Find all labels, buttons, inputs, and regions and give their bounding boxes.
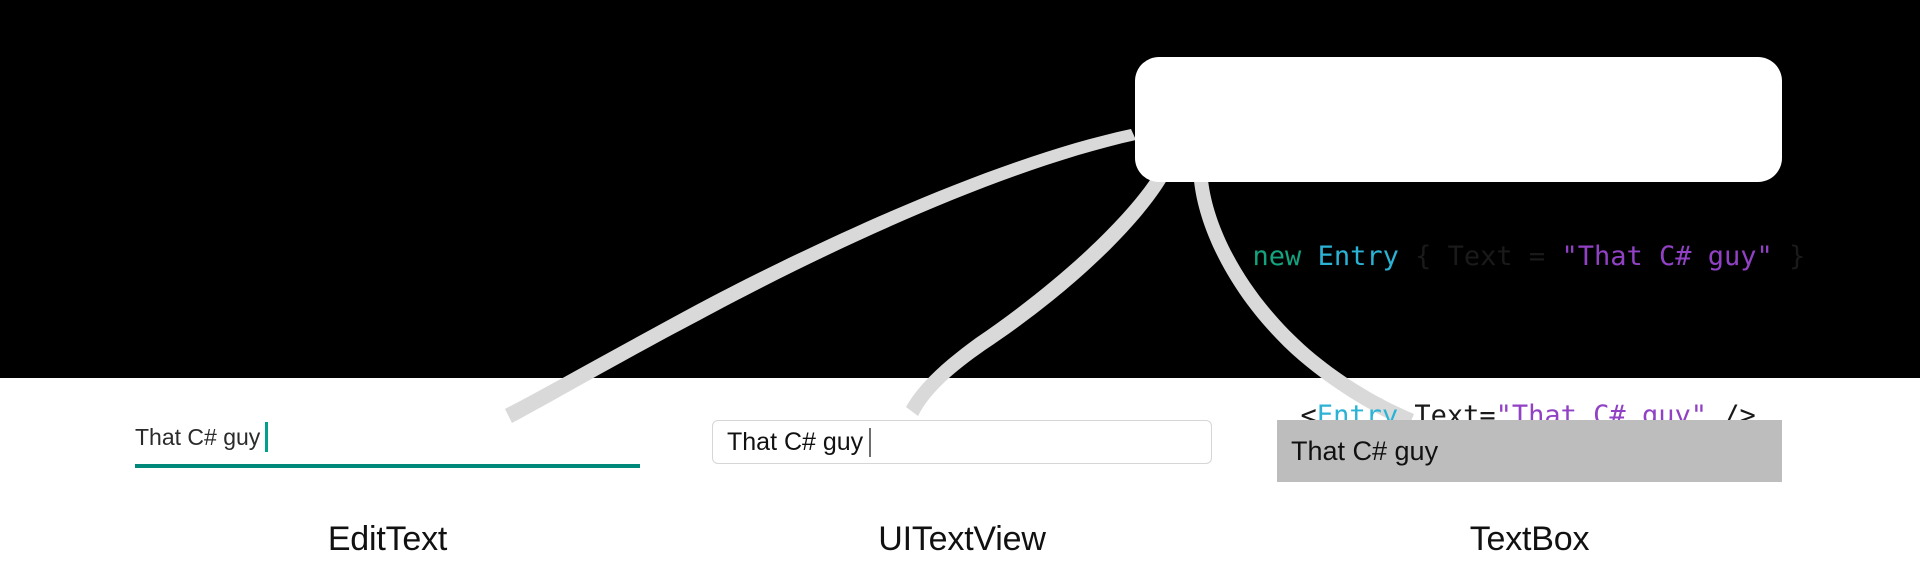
text-caret-icon	[265, 422, 269, 452]
text-caret-icon	[869, 427, 872, 457]
textbox-input[interactable]: That C# guy	[1277, 420, 1782, 482]
widget-column-textbox: That C# guy TextBox	[1277, 420, 1782, 558]
textbox-value: That C# guy	[1291, 436, 1439, 466]
slide-canvas: new Entry { Text = "That C# guy" } <Entr…	[0, 0, 1920, 575]
code-token-brace-close: }	[1772, 241, 1806, 272]
code-line-csharp: new Entry { Text = "That C# guy" }	[1155, 177, 1806, 272]
uitextview-input[interactable]: That C# guy	[712, 420, 1212, 464]
widget-column-edittext: That C# guy EditText	[135, 420, 640, 558]
widget-label-uitextview: UITextView	[878, 520, 1046, 558]
widget-column-uitextview: That C# guy UITextView	[712, 420, 1212, 558]
code-token-type: Entry	[1317, 241, 1399, 272]
code-token-property: { Text =	[1398, 241, 1562, 272]
code-snippet-bubble: new Entry { Text = "That C# guy" } <Entr…	[1135, 57, 1805, 431]
edittext-input[interactable]: That C# guy	[135, 420, 640, 468]
code-line-xaml: <Entry Text="That C# guy" />	[1155, 336, 1762, 431]
edittext-value: That C# guy	[135, 424, 261, 450]
code-token-string: "That C# guy"	[1561, 241, 1773, 272]
widget-label-textbox: TextBox	[1469, 520, 1590, 558]
uitextview-value: That C# guy	[727, 428, 864, 456]
code-token-keyword: new	[1252, 241, 1302, 272]
widget-label-edittext: EditText	[327, 520, 448, 558]
